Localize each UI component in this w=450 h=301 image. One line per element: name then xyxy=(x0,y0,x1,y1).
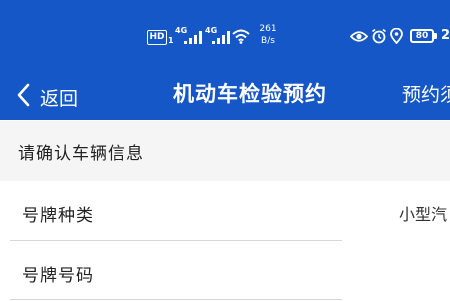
sim1-indicator: 1 xyxy=(168,36,174,45)
back-button[interactable]: 返回 xyxy=(14,80,94,112)
battery-icon: 80 xyxy=(410,29,434,43)
chevron-left-icon xyxy=(17,83,30,107)
eye-comfort-icon xyxy=(350,31,368,42)
appointment-notice-link[interactable]: 预约须 xyxy=(402,80,450,107)
alarm-clock-icon xyxy=(372,28,386,44)
plate-number-label: 号牌号码 xyxy=(22,266,94,286)
back-label: 返回 xyxy=(40,88,79,110)
network-speed: 261 B/s xyxy=(256,23,280,47)
status-clock: 2 xyxy=(441,28,450,43)
section-header: 请确认车辆信息 xyxy=(0,121,450,181)
plate-type-row[interactable]: 号牌种类 小型汽 xyxy=(0,181,450,241)
status-bar: HD 1 4G 4G 261 B/s 80 2 xyxy=(0,0,450,72)
plate-type-value: 小型汽 xyxy=(399,205,448,224)
network-speed-unit: B/s xyxy=(261,36,275,46)
signal-strength-icon xyxy=(212,31,230,44)
signal-strength-icon xyxy=(184,31,202,44)
plate-type-label: 号牌种类 xyxy=(22,206,94,226)
section-title: 请确认车辆信息 xyxy=(18,144,144,164)
battery-tip xyxy=(434,33,437,39)
page-title: 机动车检验预约 xyxy=(173,82,327,106)
hd-voice-badge: HD xyxy=(147,30,167,45)
network-speed-value: 261 xyxy=(259,24,277,34)
wifi-icon xyxy=(232,29,250,44)
location-icon xyxy=(390,28,403,44)
plate-number-row[interactable]: 号牌号码 xyxy=(0,241,450,301)
